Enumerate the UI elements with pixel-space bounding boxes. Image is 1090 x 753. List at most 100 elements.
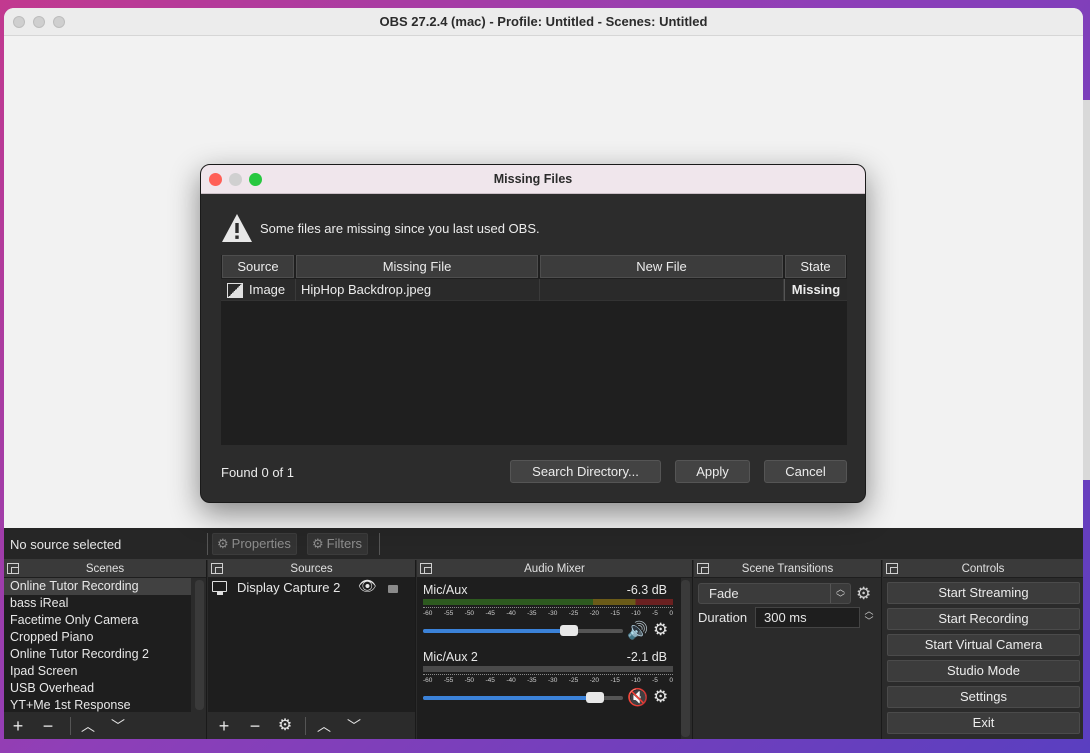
scene-item[interactable]: Ipad Screen [4, 663, 191, 680]
context-bar: No source selected ⚙ Properties ⚙ Filters [4, 528, 1083, 560]
mixer-scrollbar[interactable] [681, 580, 690, 737]
mixer-area: Mic/Aux -6.3 dB -60 -55 -50 -45 -40 -35 -30 -25… [417, 578, 681, 739]
controls-header: Controls [883, 560, 1083, 578]
scenes-scrollbar[interactable] [195, 580, 204, 710]
controls-title: Controls [961, 563, 1005, 575]
undock-icon[interactable] [211, 563, 223, 574]
muted-speaker-icon[interactable]: 🔇 [627, 688, 648, 708]
exit-button[interactable]: Exit [887, 712, 1080, 734]
filter-icon: ⚙ [312, 536, 324, 551]
column-header-new-file[interactable]: New File [540, 255, 783, 278]
start-recording-button[interactable]: Start Recording [887, 608, 1080, 630]
volume-slider[interactable] [423, 692, 623, 703]
gear-icon[interactable]: ⚙ [653, 620, 668, 640]
divider [207, 533, 208, 555]
transition-select[interactable]: Fade ︿ ﹀ [698, 583, 851, 604]
channel-name: Mic/Aux 2 [423, 650, 478, 664]
sources-panel: Sources Display Capture 2 👁 + − ⚙ ︿ ﹀ [208, 560, 416, 739]
move-scene-up-button[interactable]: ︿ [77, 715, 99, 737]
scenes-toolbar: + − ︿ ﹀ [4, 712, 206, 739]
dialog-titlebar: Missing Files [201, 165, 865, 194]
apply-button[interactable]: Apply [675, 460, 750, 483]
gear-icon[interactable]: ⚙ [653, 687, 668, 707]
scene-item[interactable]: Cropped Piano [4, 629, 191, 646]
cancel-button[interactable]: Cancel [764, 460, 847, 483]
lock-icon[interactable] [388, 585, 398, 593]
state-cell: Missing [784, 279, 847, 301]
source-label: Display Capture 2 [237, 580, 341, 595]
eye-icon[interactable]: 👁 [358, 578, 377, 596]
speaker-icon[interactable]: 🔊 [627, 621, 648, 641]
audio-mixer-title: Audio Mixer [524, 563, 585, 575]
scene-transitions-panel: Scene Transitions Fade ︿ ﹀ ⚙ Duration 300… [694, 560, 882, 739]
background-window-edge [1083, 100, 1090, 480]
window-title: OBS 27.2.4 (mac) - Profile: Untitled - S… [379, 14, 708, 29]
undock-icon[interactable] [7, 563, 19, 574]
monitor-icon [212, 581, 227, 592]
move-source-down-button[interactable]: ﹀ [343, 715, 365, 737]
duration-label: Duration [698, 610, 748, 625]
channel-name: Mic/Aux [423, 583, 468, 597]
scene-item[interactable]: USB Overhead [4, 680, 191, 697]
remove-scene-button[interactable]: − [37, 715, 59, 737]
missing-files-table: Source Missing File New File State Image… [221, 255, 847, 445]
scene-item[interactable]: Facetime Only Camera [4, 612, 191, 629]
scene-transitions-header: Scene Transitions [694, 560, 881, 578]
search-directory-button[interactable]: Search Directory... [510, 460, 661, 483]
properties-label: Properties [231, 536, 291, 551]
source-status: No source selected [10, 537, 122, 552]
dialog-message: Some files are missing since you last us… [260, 221, 540, 236]
window-titlebar: OBS 27.2.4 (mac) - Profile: Untitled - S… [4, 8, 1083, 36]
audio-mixer-header: Audio Mixer [417, 560, 692, 578]
volume-slider[interactable] [423, 625, 623, 636]
divider [379, 533, 380, 555]
scene-item[interactable]: YT+Me 1st Response [4, 697, 191, 712]
undock-icon[interactable] [886, 563, 898, 574]
add-source-button[interactable]: + [213, 715, 235, 737]
controls-panel: Controls Start Streaming Start Recording… [883, 560, 1083, 739]
column-header-state[interactable]: State [785, 255, 846, 278]
source-value: Image [249, 282, 286, 297]
monitor-stand [217, 592, 223, 595]
scene-item[interactable]: bass iReal [4, 595, 191, 612]
filters-button[interactable]: ⚙ Filters [307, 533, 369, 555]
undock-icon[interactable] [697, 563, 709, 574]
divider [305, 717, 306, 735]
scenes-list[interactable]: Online Tutor Recording bass iReal Faceti… [4, 578, 191, 712]
found-count: Found 0 of 1 [221, 465, 294, 480]
start-virtual-camera-button[interactable]: Start Virtual Camera [887, 634, 1080, 656]
volume-knob[interactable] [560, 625, 578, 636]
move-source-up-button[interactable]: ︿ [313, 715, 335, 737]
scenes-panel: Scenes Online Tutor Recording bass iReal… [4, 560, 207, 739]
gear-icon[interactable]: ⚙ [856, 584, 871, 604]
scene-item[interactable]: Online Tutor Recording 2 [4, 646, 191, 663]
duration-stepper[interactable]: ︿ ﹀ [862, 606, 876, 628]
properties-button[interactable]: ⚙ Properties [212, 533, 297, 555]
undock-icon[interactable] [420, 563, 432, 574]
volume-fill [423, 629, 569, 633]
sources-list[interactable]: Display Capture 2 👁 [208, 578, 415, 712]
column-header-missing-file[interactable]: Missing File [296, 255, 538, 278]
source-properties-button[interactable]: ⚙ [274, 715, 296, 737]
duration-input[interactable]: 300 ms [755, 607, 860, 628]
volume-knob[interactable] [586, 692, 604, 703]
level-meter [423, 599, 673, 605]
add-scene-button[interactable]: + [7, 715, 29, 737]
missing-file-cell: HipHop Backdrop.jpeg [296, 279, 540, 301]
scene-item[interactable]: Online Tutor Recording [4, 578, 191, 595]
move-scene-down-button[interactable]: ﹀ [107, 715, 129, 737]
meter-scale: -60 -55 -50 -45 -40 -35 -30 -25 -20 -15 -10 -5 0 [423, 607, 673, 619]
source-cell: Image [221, 279, 296, 301]
settings-button[interactable]: Settings [887, 686, 1080, 708]
start-streaming-button[interactable]: Start Streaming [887, 582, 1080, 604]
chevron-up-down-icon: ︿ ﹀ [830, 584, 850, 603]
new-file-cell[interactable] [540, 279, 784, 301]
volume-fill [423, 696, 595, 700]
source-item[interactable]: Display Capture 2 👁 [208, 578, 415, 597]
studio-mode-button[interactable]: Studio Mode [887, 660, 1080, 682]
scenes-header: Scenes [4, 560, 206, 578]
divider [70, 717, 71, 735]
column-header-source[interactable]: Source [222, 255, 294, 278]
remove-source-button[interactable]: − [244, 715, 266, 737]
sources-header: Sources [208, 560, 415, 578]
